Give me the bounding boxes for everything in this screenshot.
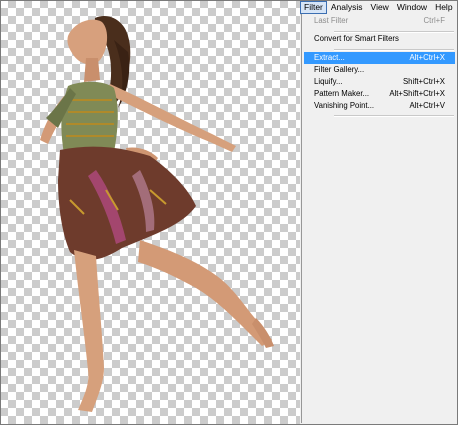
menu-view[interactable]: View bbox=[367, 1, 393, 14]
dancer-image bbox=[40, 16, 274, 412]
last-filter-label: Last Filter bbox=[314, 16, 349, 25]
menu-analysis[interactable]: Analysis bbox=[327, 1, 367, 14]
menu-separator bbox=[334, 49, 454, 51]
menu-window[interactable]: Window bbox=[393, 1, 431, 14]
filter-dropdown-menu: Last Filter Ctrl+F Convert for Smart Fil… bbox=[301, 14, 458, 423]
menu-item-liquify[interactable]: Liquify... Shift+Ctrl+X bbox=[304, 76, 455, 88]
menu-help[interactable]: Help bbox=[431, 1, 456, 14]
pattern-maker-shortcut: Alt+Shift+Ctrl+X bbox=[389, 89, 445, 98]
menu-item-pattern-maker[interactable]: Pattern Maker... Alt+Shift+Ctrl+X bbox=[304, 88, 455, 100]
filter-gallery-label: Filter Gallery... bbox=[314, 65, 365, 74]
menu-filter[interactable]: Filter bbox=[300, 0, 327, 14]
menu-separator bbox=[334, 115, 454, 117]
menu-item-filter-gallery[interactable]: Filter Gallery... bbox=[304, 64, 455, 76]
extract-shortcut: Alt+Ctrl+X bbox=[409, 53, 445, 62]
menu-item-vanishing-point[interactable]: Vanishing Point... Alt+Ctrl+V bbox=[304, 100, 455, 112]
extract-label: Extract... bbox=[314, 53, 345, 62]
pattern-maker-label: Pattern Maker... bbox=[314, 89, 370, 98]
liquify-shortcut: Shift+Ctrl+X bbox=[402, 77, 445, 86]
menu-item-convert-smart-filters[interactable]: Convert for Smart Filters bbox=[304, 33, 455, 45]
vanishing-point-label: Vanishing Point... bbox=[314, 101, 375, 110]
convert-smart-filters-label: Convert for Smart Filters bbox=[314, 34, 399, 43]
vanishing-point-shortcut: Alt+Ctrl+V bbox=[409, 101, 445, 110]
liquify-label: Liquify... bbox=[314, 77, 343, 86]
document-canvas[interactable] bbox=[0, 0, 300, 425]
menu-item-extract[interactable]: Extract... Alt+Ctrl+X bbox=[304, 52, 455, 64]
last-filter-shortcut: Ctrl+F bbox=[423, 16, 445, 25]
menu-item-last-filter[interactable]: Last Filter Ctrl+F bbox=[304, 15, 455, 27]
menu-bar: Filter Analysis View Window Help bbox=[300, 0, 458, 15]
